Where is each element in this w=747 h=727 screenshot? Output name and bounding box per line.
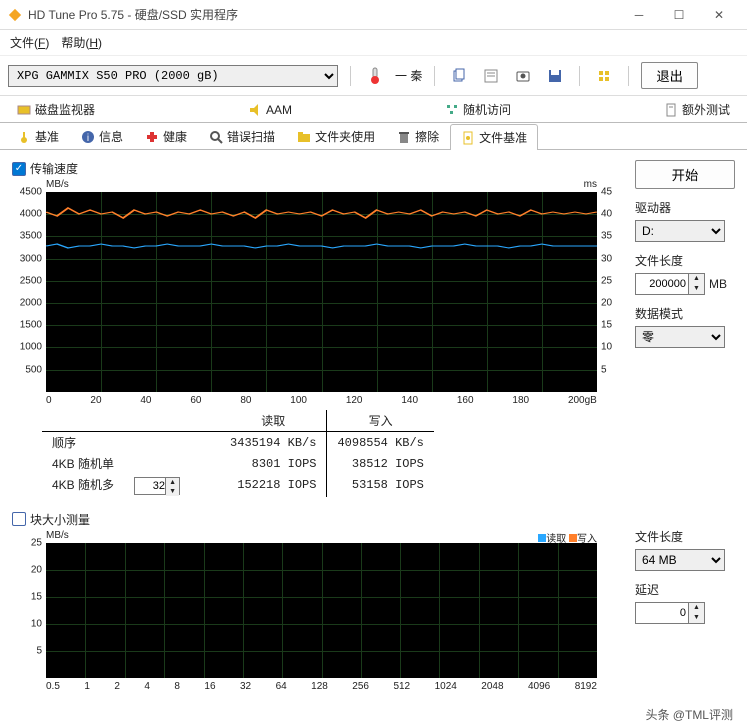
data-mode-label: 数据模式 [635, 305, 735, 322]
chart1-y-unit: MB/s [46, 179, 69, 190]
chart1-y2-unit: ms [584, 179, 597, 190]
delay-stepper[interactable]: ▲▼ [635, 602, 705, 624]
table-row: 顺序3435194 KB/s4098554 KB/s [42, 432, 434, 454]
chart2 [46, 543, 597, 678]
menu-help[interactable]: 帮助(H) [61, 34, 102, 51]
tab-benchmark[interactable]: 基准 [6, 123, 70, 149]
table-row: 4KB 随机单8301 IOPS38512 IOPS [42, 453, 434, 474]
transfer-rate-label: 传输速度 [30, 160, 78, 177]
data-mode-select[interactable]: 零 [635, 326, 725, 348]
copy-icon[interactable] [447, 65, 471, 87]
thermometer-icon [363, 65, 387, 87]
window-title: HD Tune Pro 5.75 - 硬盘/SSD 实用程序 [28, 6, 619, 23]
results-table: 读取写入 顺序3435194 KB/s4098554 KB/s 4KB 随机单8… [42, 410, 434, 497]
start-button[interactable]: 开始 [635, 160, 735, 189]
tab-disk-monitor[interactable]: 磁盘监视器 [6, 96, 106, 122]
driver-select[interactable]: D: [635, 220, 725, 242]
temperature-label: 一 秦 [395, 67, 422, 84]
tab-info[interactable]: i信息 [70, 123, 134, 149]
menu-file[interactable]: 文件(F) [10, 34, 49, 51]
tab-error-scan[interactable]: 错误扫描 [198, 123, 286, 149]
exit-button[interactable]: 退出 [641, 62, 698, 89]
file-length2-select[interactable]: 64 MB [635, 549, 725, 571]
delay-label: 延迟 [635, 581, 735, 598]
tab-file-benchmark[interactable]: 文件基准 [450, 124, 538, 150]
read-line [46, 244, 597, 248]
drive-select[interactable]: XPG GAMMIX S50 PRO (2000 gB) [8, 65, 338, 87]
minimize-button[interactable]: ─ [619, 1, 659, 29]
maximize-button[interactable]: ☐ [659, 1, 699, 29]
block-size-checkbox[interactable] [12, 512, 26, 526]
screenshot-icon[interactable] [511, 65, 535, 87]
write-line [46, 208, 597, 218]
copy-text-icon[interactable] [479, 65, 503, 87]
save-icon[interactable] [543, 65, 567, 87]
file-length-stepper[interactable]: ▲▼ [635, 273, 705, 295]
chart2-y-unit: MB/s [46, 530, 69, 541]
options-icon[interactable] [592, 65, 616, 87]
table-row: 4KB 随机多 ▲▼152218 IOPS53158 IOPS [42, 474, 434, 497]
transfer-rate-checkbox[interactable]: ✓ [12, 162, 26, 176]
chart1 [46, 192, 597, 392]
tab-random-access[interactable]: 随机访问 [434, 96, 522, 122]
file-length2-label: 文件长度 [635, 528, 735, 545]
driver-label: 驱动器 [635, 199, 735, 216]
app-icon [8, 8, 22, 22]
close-button[interactable]: ✕ [699, 1, 739, 29]
queue-depth-stepper[interactable]: ▲▼ [134, 477, 180, 495]
tab-aam[interactable]: AAM [237, 96, 303, 122]
svg-text:i: i [87, 133, 89, 144]
tab-folder-usage[interactable]: 文件夹使用 [286, 123, 386, 149]
tab-erase[interactable]: 擦除 [386, 123, 450, 149]
tab-health[interactable]: 健康 [134, 123, 198, 149]
tab-extra-tests[interactable]: 额外测试 [653, 96, 741, 122]
file-length-label: 文件长度 [635, 252, 735, 269]
watermark: 头条 @TML评测 [0, 702, 747, 727]
block-size-label: 块大小测量 [30, 511, 90, 528]
